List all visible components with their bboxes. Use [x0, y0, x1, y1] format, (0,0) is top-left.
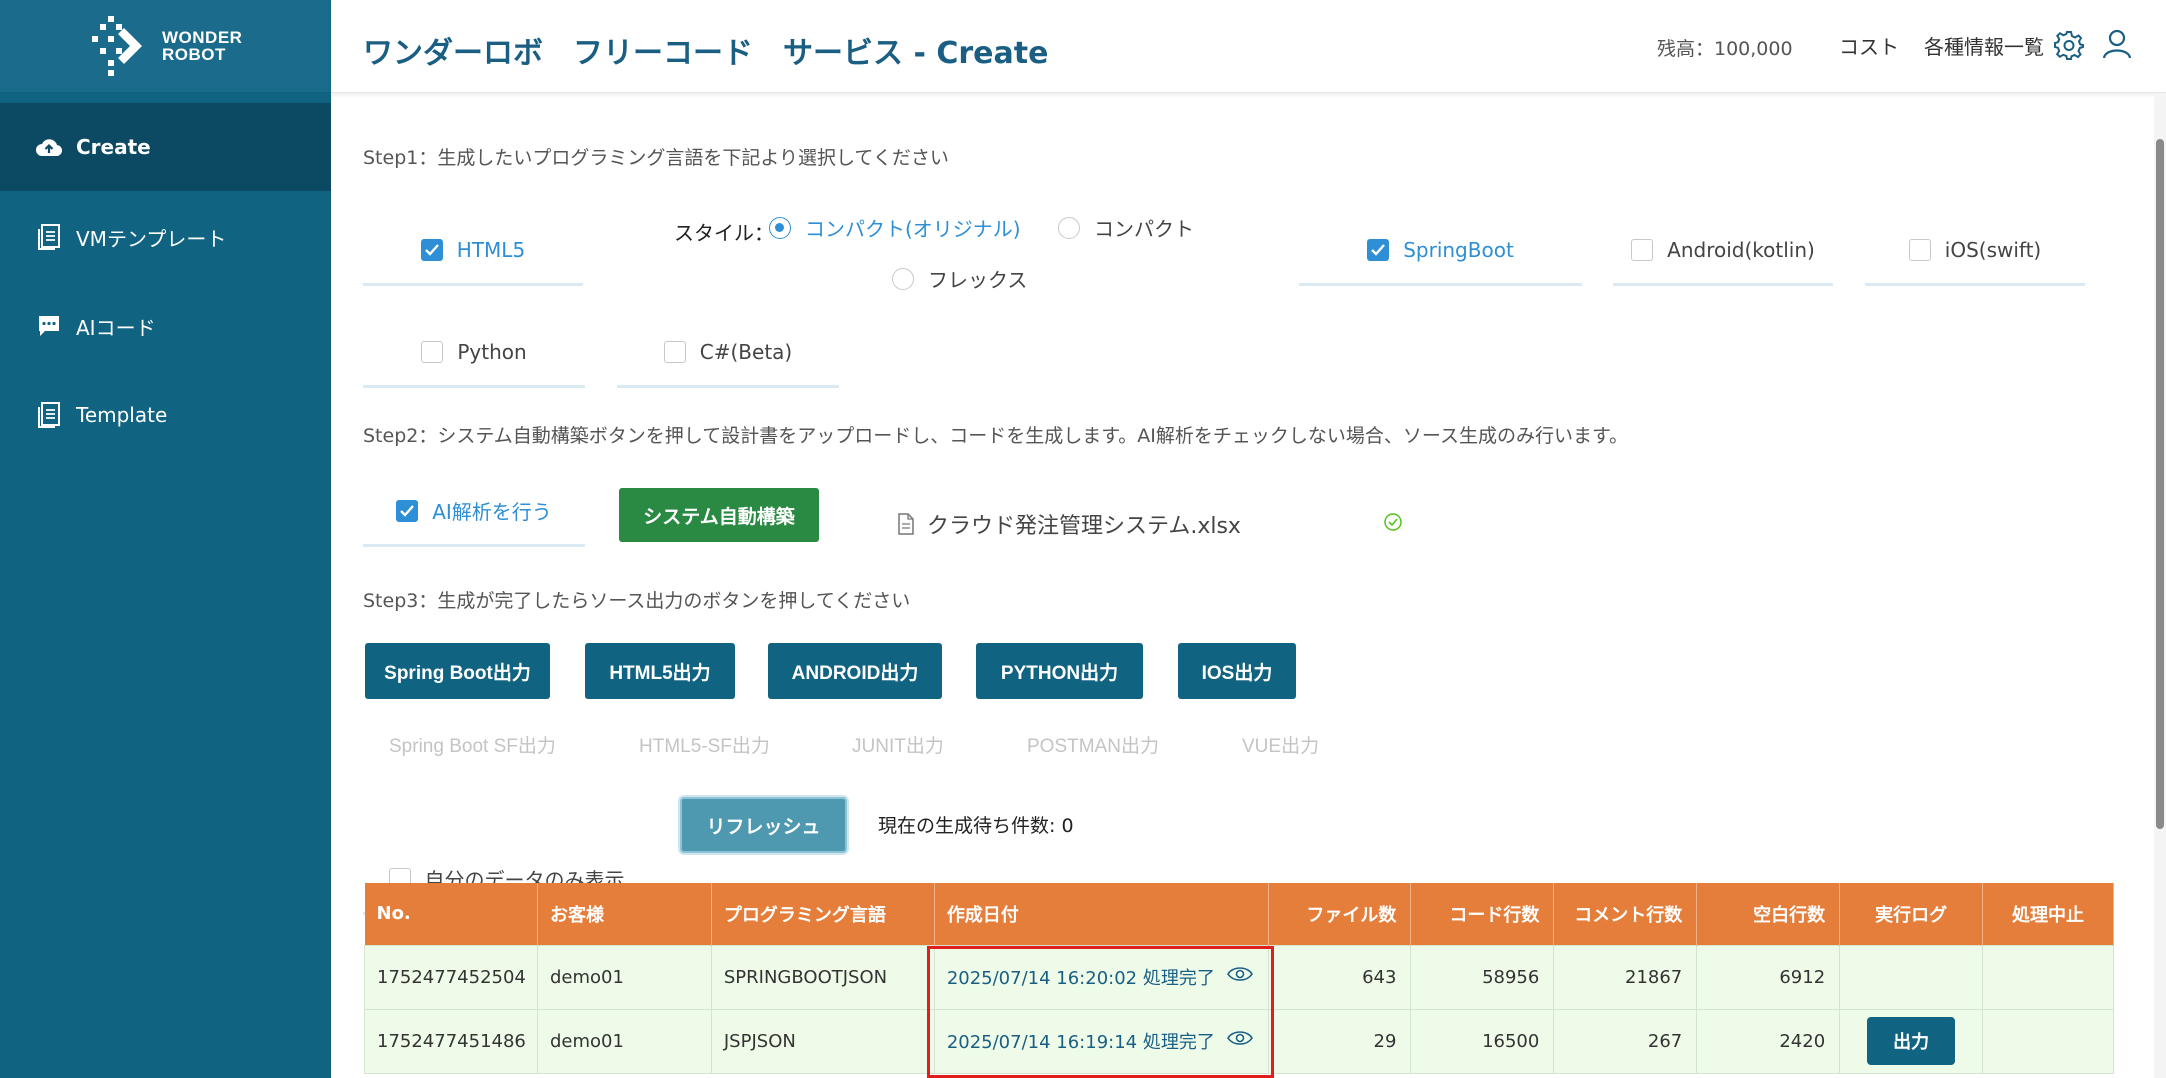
checkbox-label: C#(Beta)	[699, 339, 793, 364]
checkbox-csharp[interactable]: C#(Beta)	[617, 318, 839, 388]
checkbox-own-data-only[interactable]: 自分のデータのみ表示	[363, 845, 650, 915]
document-icon	[36, 224, 62, 250]
uploaded-file[interactable]: クラウド発注管理システム.xlsx	[897, 508, 1241, 540]
html5-output-button[interactable]: HTML5出力	[585, 643, 735, 699]
chat-icon	[36, 313, 62, 339]
refresh-button[interactable]: リフレッシュ	[680, 797, 847, 853]
sidebar-item-vm-template[interactable]: VMテンプレート	[0, 193, 331, 281]
sidebar-item-label: AIコード	[76, 315, 156, 340]
checkbox-label: SpringBoot	[1403, 237, 1514, 262]
cost-link[interactable]: コスト	[1839, 31, 1899, 60]
file-name: クラウド発注管理システム.xlsx	[927, 514, 1241, 539]
checkbox-ios[interactable]: iOS(swift)	[1865, 216, 2085, 286]
step3-instruction: Step3：生成が完了したらソース出力のボタンを押してください	[363, 590, 911, 612]
gear-icon[interactable]	[2054, 30, 2084, 60]
checkbox-label: AI解析を行う	[432, 500, 552, 524]
checkbox-unchecked-icon	[663, 340, 686, 363]
html5-sf-output-button[interactable]: HTML5-SF出力	[639, 731, 770, 758]
info-list-link[interactable]: 各種情報一覧	[1924, 31, 2044, 60]
logo-line1: WONDER	[162, 28, 243, 47]
checkbox-label: iOS(swift)	[1944, 237, 2042, 262]
checkbox-label: 自分のデータのみ表示	[424, 868, 625, 892]
checkbox-unchecked-icon	[1631, 238, 1654, 261]
checkbox-springboot[interactable]: SpringBoot	[1299, 216, 1582, 286]
radio-unselected-icon	[1058, 216, 1080, 239]
checkbox-checked-icon	[1367, 238, 1390, 261]
checkbox-label: HTML5	[456, 237, 526, 262]
sidebar-item-label: VMテンプレート	[76, 226, 227, 251]
balance-text: 残高：100,000	[1657, 38, 1793, 60]
style-label: スタイル：	[674, 221, 774, 245]
main-content: Step1：生成したいプログラミング言語を下記より選択してください HTML5 …	[331, 93, 2144, 1078]
sidebar-item-create[interactable]: Create	[0, 103, 331, 191]
logo-line2: ROBOT	[162, 45, 226, 64]
document-icon	[36, 402, 62, 428]
sidebar-item-label: Template	[76, 403, 168, 427]
cloud-upload-icon	[36, 134, 62, 160]
checkbox-checked-icon	[420, 238, 443, 261]
checkbox-label: Python	[457, 339, 527, 364]
file-icon	[898, 513, 914, 535]
radio-compact-original[interactable]: コンパクト(オリジナル)	[769, 213, 1021, 242]
logo-text: WONDER ROBOT	[162, 29, 242, 63]
vertical-scrollbar[interactable]	[2154, 93, 2166, 1078]
vue-output-button[interactable]: VUE出力	[1242, 731, 1319, 758]
logo[interactable]: WONDER ROBOT	[0, 0, 331, 92]
checkbox-python[interactable]: Python	[363, 318, 585, 388]
header: ワンダーロボ フリーコード サービス - Create 残高：100,000 コ…	[331, 0, 2166, 93]
checkbox-checked-icon	[396, 499, 419, 522]
springboot-sf-output-button[interactable]: Spring Boot SF出力	[389, 731, 556, 758]
springboot-output-button[interactable]: Spring Boot出力	[365, 643, 550, 699]
ios-output-button[interactable]: IOS出力	[1178, 643, 1296, 699]
checkbox-unchecked-icon	[388, 867, 411, 890]
sidebar: WONDER ROBOT Create VMテンプレート AIコード Templ…	[0, 0, 331, 1078]
sidebar-item-template[interactable]: Template	[0, 371, 331, 459]
radio-unselected-icon	[892, 267, 914, 290]
step2-instruction: Step2：システム自動構築ボタンを押して設計書をアップロードし、コードを生成し…	[363, 425, 1629, 447]
system-build-button[interactable]: システム自動構築	[619, 488, 819, 542]
check-circle-icon	[1384, 513, 1402, 531]
android-output-button[interactable]: ANDROID出力	[768, 643, 942, 699]
radio-compact[interactable]: コンパクト	[1058, 213, 1194, 242]
radio-label: コンパクト(オリジナル)	[805, 217, 1021, 241]
junit-output-button[interactable]: JUNIT出力	[852, 731, 944, 758]
radio-flex[interactable]: フレックス	[892, 264, 1027, 293]
sidebar-item-label: Create	[76, 135, 151, 159]
checkbox-ai-analysis[interactable]: AI解析を行う	[363, 477, 585, 547]
scrollbar-thumb[interactable]	[2156, 139, 2164, 829]
checkbox-android[interactable]: Android(kotlin)	[1613, 216, 1833, 286]
python-output-button[interactable]: PYTHON出力	[976, 643, 1143, 699]
user-icon[interactable]	[2101, 28, 2133, 60]
checkbox-unchecked-icon	[421, 340, 444, 363]
radio-selected-icon	[769, 216, 791, 239]
queue-count: 現在の生成待ち件数: 0	[878, 815, 1074, 837]
logo-mark-icon	[92, 16, 142, 76]
page-title: ワンダーロボ フリーコード サービス - Create	[363, 36, 1049, 71]
radio-label: コンパクト	[1094, 217, 1194, 241]
checkbox-html5[interactable]: HTML5	[363, 216, 583, 286]
checkbox-label: Android(kotlin)	[1667, 237, 1815, 262]
postman-output-button[interactable]: POSTMAN出力	[1027, 731, 1159, 758]
step1-instruction: Step1：生成したいプログラミング言語を下記より選択してください	[363, 147, 949, 169]
radio-label: フレックス	[928, 268, 1028, 292]
sidebar-item-ai-code[interactable]: AIコード	[0, 282, 331, 370]
checkbox-unchecked-icon	[1908, 238, 1931, 261]
